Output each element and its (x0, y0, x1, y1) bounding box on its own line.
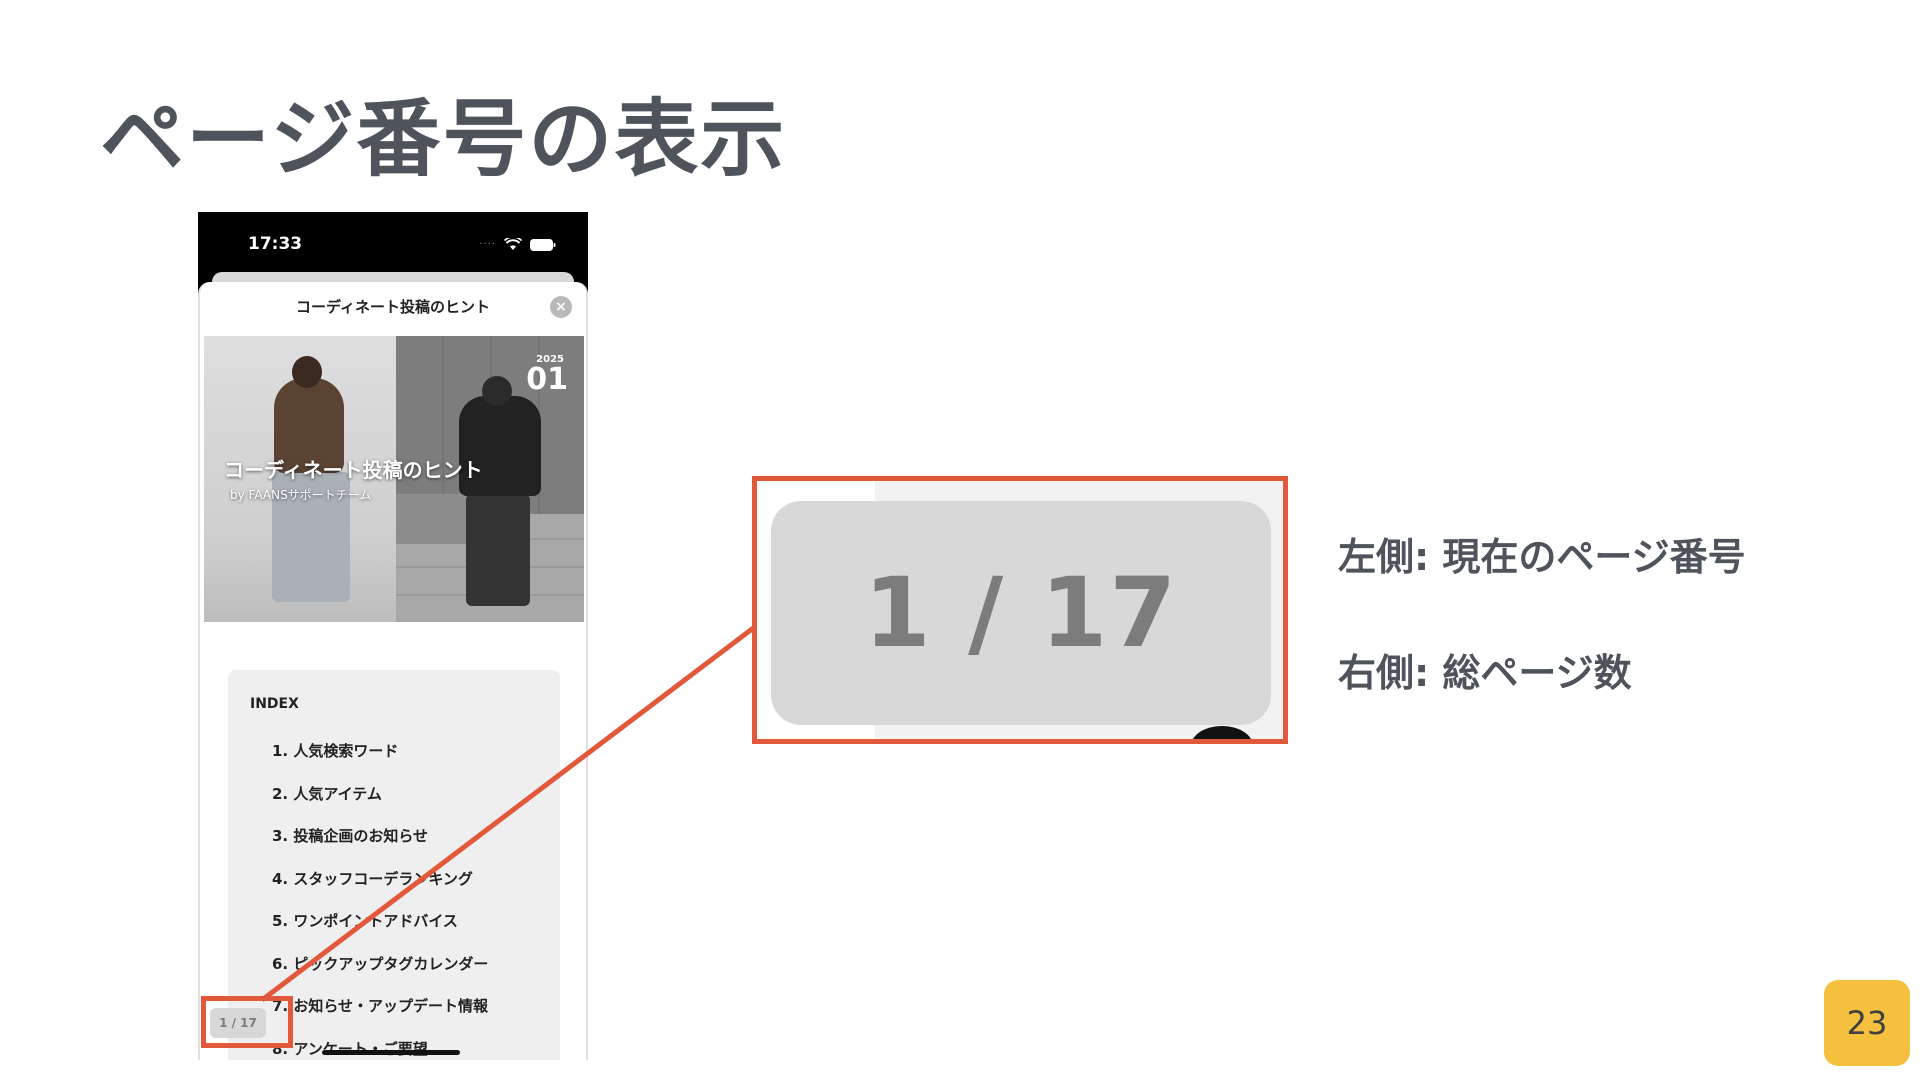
hero-image: 2025 01 コーディネート投稿のヒント by FAANSサポートチーム (204, 336, 584, 622)
status-time: 17:33 (248, 234, 303, 254)
close-icon[interactable]: × (550, 296, 572, 318)
index-item[interactable]: 6. ピックアップタグカレンダー (272, 953, 488, 996)
battery-icon (530, 238, 556, 251)
index-item[interactable]: 5. ワンポイントアドバイス (272, 910, 488, 953)
index-item[interactable]: 1. 人気検索ワード (272, 740, 488, 783)
index-item[interactable]: 4. スタッフコーデランキング (272, 868, 488, 911)
hero-subtitle: by FAANSサポートチーム (230, 488, 372, 502)
highlight-frame-small (201, 996, 293, 1048)
model-right-head (482, 376, 512, 406)
hero-title: コーディネート投稿のヒント (224, 458, 483, 482)
slide-number-badge: 23 (1824, 980, 1910, 1066)
slide-title: ページ番号の表示 (100, 90, 787, 188)
page-indicator-zoomed: 1 / 17 (771, 501, 1271, 725)
bottom-sheet: コーディネート投稿のヒント × 2025 01 コーディネート投稿のヒント by… (198, 282, 588, 1060)
model-right-pants (466, 494, 530, 606)
hero-issue-number: 01 (526, 362, 568, 397)
index-list: 1. 人気検索ワード 2. 人気アイテム 3. 投稿企画のお知らせ 4. スタッ… (272, 740, 488, 1060)
signal-icon: ···· (479, 239, 496, 250)
index-item[interactable]: 7. お知らせ・アップデート情報 (272, 995, 488, 1038)
index-heading: INDEX (250, 696, 299, 712)
index-item[interactable]: 8. アンケート・ご要望 (272, 1038, 488, 1061)
model-left-head (292, 356, 322, 388)
status-icons: ···· (479, 238, 556, 251)
highlight-frame-zoom: 1 / 17 (752, 476, 1288, 744)
sheet-title: コーディネート投稿のヒント (296, 298, 490, 316)
index-item[interactable]: 2. 人気アイテム (272, 783, 488, 826)
wifi-icon (504, 238, 522, 251)
phone-screenshot: 17:33 ···· コーディネート投稿のヒント × 2025 01 コーディネ… (198, 212, 588, 1060)
explanation-current-page: 左側: 現在のページ番号 (1338, 535, 1746, 579)
home-indicator (322, 1050, 460, 1055)
explanation-total-pages: 右側: 総ページ数 (1338, 651, 1632, 695)
index-item[interactable]: 3. 投稿企画のお知らせ (272, 825, 488, 868)
